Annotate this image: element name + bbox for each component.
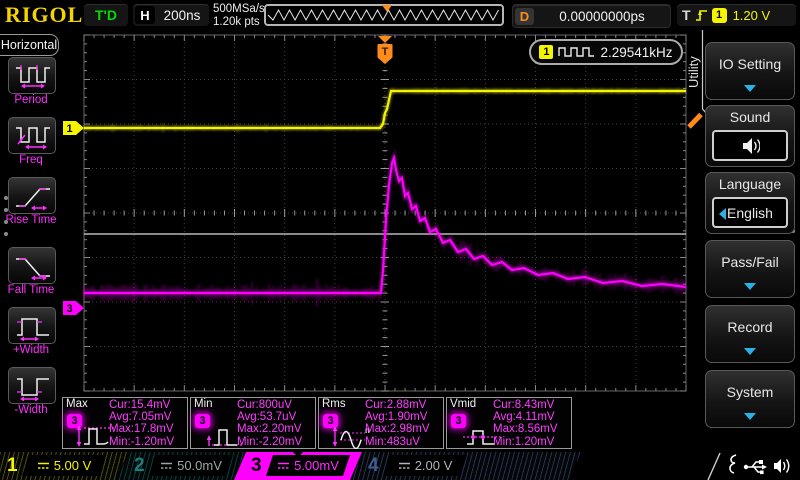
- svg-text:1: 1: [66, 123, 72, 135]
- sidebar-item-sound[interactable]: Sound: [705, 105, 795, 167]
- speaker-icon: [741, 137, 760, 155]
- sidebar-tab-utility: Utility: [686, 40, 702, 104]
- chevron-down-icon: [744, 283, 756, 290]
- trigger-position-marker[interactable]: T: [378, 36, 393, 64]
- sidebar-item-language[interactable]: Language English: [705, 172, 795, 234]
- svg-text:3: 3: [66, 303, 72, 315]
- freq-counter-value: 2.29541kHz: [600, 45, 672, 60]
- sidebar-item-pass-fail[interactable]: Pass/Fail: [705, 240, 795, 298]
- trace-1: 1: [63, 87, 686, 135]
- sidebar-item-label: System: [706, 384, 794, 400]
- frequency-counter-badge: 1 2.29541kHz: [529, 39, 683, 65]
- sidebar-item-io-setting[interactable]: IO Setting: [705, 42, 795, 100]
- sidebar-item-system[interactable]: System: [705, 370, 795, 428]
- trace-3: 3: [63, 156, 686, 315]
- chevron-down-icon: [744, 348, 756, 355]
- sidebar-item-record[interactable]: Record: [705, 305, 795, 363]
- chevron-left-icon: [719, 208, 726, 220]
- channel-1-position-marker[interactable]: 1: [63, 121, 84, 135]
- sidebar-item-label: IO Setting: [706, 56, 794, 72]
- graticule: 1 3 T: [0, 0, 800, 480]
- freq-counter-channel-badge: 1: [539, 45, 553, 59]
- sidebar-item-label: Language: [706, 176, 794, 192]
- chevron-down-icon: [744, 413, 756, 420]
- language-value: English: [727, 205, 773, 221]
- channel-3-position-marker[interactable]: 3: [63, 301, 84, 315]
- svg-text:T: T: [382, 46, 389, 58]
- sound-indicator[interactable]: [712, 130, 788, 161]
- measure-menu-title: Horizontal: [0, 34, 59, 56]
- square-wave-icon: [558, 46, 595, 58]
- sidebar-item-label: Record: [706, 319, 794, 335]
- language-select[interactable]: English: [712, 197, 788, 228]
- chevron-down-icon: [744, 85, 756, 92]
- sidebar-item-label: Pass/Fail: [706, 254, 794, 270]
- sidebar-item-label: Sound: [706, 109, 794, 125]
- trigger-level-marker[interactable]: [689, 115, 701, 128]
- oscilloscope-screen: RIGOL T'D H 200ns 500MSa/s 1.20k pts D 0…: [0, 0, 800, 480]
